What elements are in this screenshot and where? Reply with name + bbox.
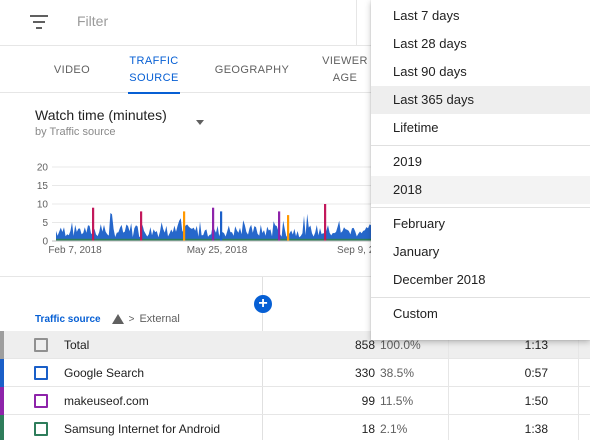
- y-tick-label: 5: [42, 218, 48, 229]
- table-row[interactable]: Samsung Internet for Android 18 2.1% 1:38: [0, 415, 590, 440]
- series-color-indicator: [0, 415, 4, 440]
- cell-duration: 1:13: [524, 338, 548, 352]
- series-color-indicator: [0, 359, 4, 387]
- menu-item-last-365-days[interactable]: Last 365 days: [371, 86, 590, 114]
- chart-peak: [220, 211, 223, 241]
- x-tick-label: May 25, 2018: [187, 245, 248, 256]
- menu-item-2019[interactable]: 2019: [371, 148, 590, 176]
- row-checkbox[interactable]: [34, 422, 48, 436]
- chart-peak: [92, 207, 95, 241]
- chart-peak: [324, 204, 327, 241]
- tab-video[interactable]: VIDEO: [36, 47, 108, 93]
- chevron-down-icon[interactable]: [196, 120, 204, 125]
- menu-divider: [371, 297, 590, 298]
- column-divider: [448, 387, 449, 415]
- table-row[interactable]: Google Search 330 38.5% 0:57: [0, 359, 590, 387]
- menu-item-january[interactable]: January: [371, 238, 590, 266]
- column-divider: [448, 415, 449, 440]
- tab-traffic-source[interactable]: TRAFFIC SOURCE: [118, 47, 190, 94]
- tab-geography[interactable]: GEOGRAPHY: [206, 47, 298, 93]
- chart-peak: [140, 211, 143, 241]
- series-color-indicator: [0, 331, 4, 359]
- menu-item-february[interactable]: February: [371, 210, 590, 238]
- menu-item-december-2018[interactable]: December 2018: [371, 266, 590, 294]
- cell-pct: 2.1%: [380, 422, 408, 436]
- filter-input[interactable]: Filter: [77, 13, 108, 29]
- cell-views: 18: [361, 422, 375, 436]
- breadcrumb: Traffic source > External: [35, 313, 180, 325]
- row-checkbox[interactable]: [34, 338, 48, 352]
- menu-divider: [371, 145, 590, 146]
- tab-viewer-age[interactable]: VIEWER AGE: [310, 47, 380, 93]
- watch-time-chart: 20151050Feb 7, 2018May 25, 2018Sep 9, 20…: [37, 163, 375, 256]
- divider: [356, 0, 357, 46]
- metric-selector[interactable]: Watch time (minutes): [35, 107, 167, 123]
- cell-views: 99: [361, 394, 375, 408]
- x-tick-label: Feb 7, 2018: [48, 245, 102, 256]
- breadcrumb-traffic-source[interactable]: Traffic source: [35, 314, 101, 325]
- chart-peak: [278, 211, 281, 241]
- cell-duration: 0:57: [524, 366, 548, 380]
- menu-item-custom[interactable]: Custom: [371, 300, 590, 328]
- y-tick-label: 10: [37, 200, 49, 211]
- menu-item-2018[interactable]: 2018: [371, 176, 590, 204]
- series-area-google-search: [56, 213, 375, 241]
- menu-item-last-90-days[interactable]: Last 90 days: [371, 58, 590, 86]
- add-comparison-button[interactable]: +: [254, 295, 272, 313]
- cell-name: Samsung Internet for Android: [64, 422, 221, 436]
- cell-pct: 11.5%: [380, 394, 414, 408]
- menu-item-last-28-days[interactable]: Last 28 days: [371, 30, 590, 58]
- x-tick-label: Sep 9, 2018: [337, 245, 375, 256]
- cell-name: Google Search: [64, 366, 145, 380]
- menu-divider: [371, 207, 590, 208]
- row-checkbox[interactable]: [34, 366, 48, 380]
- y-tick-label: 20: [37, 163, 49, 174]
- chart-peak: [287, 215, 290, 241]
- y-tick-label: 15: [37, 181, 49, 192]
- column-divider: [448, 359, 449, 387]
- menu-item-last-7-days[interactable]: Last 7 days: [371, 2, 590, 30]
- menu-item-lifetime[interactable]: Lifetime: [371, 114, 590, 142]
- series-color-indicator: [0, 387, 4, 415]
- column-divider: [578, 415, 579, 440]
- metric-subtitle: by Traffic source: [35, 126, 116, 138]
- cell-pct: 100.0%: [380, 338, 421, 352]
- warning-icon: [111, 314, 124, 324]
- column-divider: [578, 359, 579, 387]
- cell-name: makeuseof.com: [64, 394, 149, 408]
- row-checkbox[interactable]: [34, 394, 48, 408]
- chart-peak: [183, 211, 186, 241]
- chevron-right-icon: >: [128, 313, 135, 325]
- breadcrumb-current: External: [139, 313, 180, 325]
- cell-duration: 1:38: [524, 422, 548, 436]
- cell-pct: 38.5%: [380, 366, 415, 380]
- cell-name: Total: [64, 338, 90, 352]
- filter-icon[interactable]: [30, 14, 48, 30]
- date-range-menu: Last 7 days Last 28 days Last 90 days Last …: [371, 0, 590, 340]
- table-row[interactable]: makeuseof.com 99 11.5% 1:50: [0, 387, 590, 415]
- cell-views: 330: [354, 366, 375, 380]
- cell-views: 858: [354, 338, 375, 352]
- chart-peak: [212, 207, 215, 241]
- cell-duration: 1:50: [524, 394, 548, 408]
- column-divider: [578, 387, 579, 415]
